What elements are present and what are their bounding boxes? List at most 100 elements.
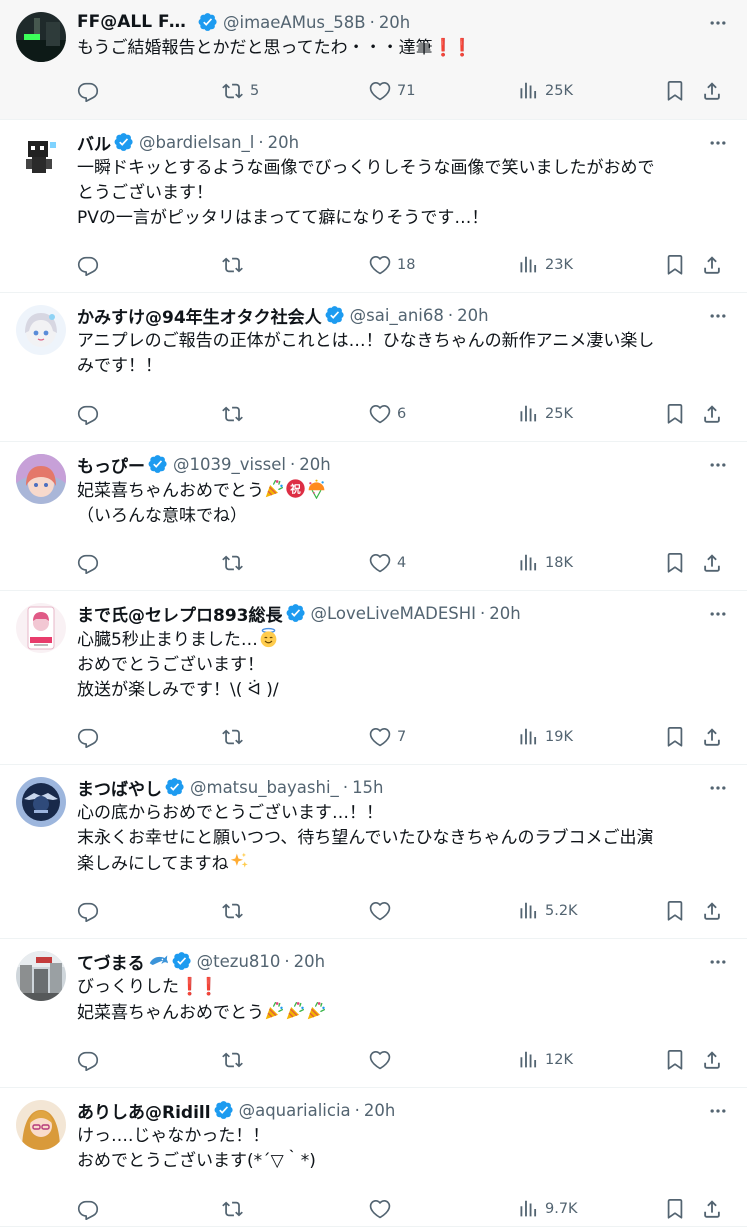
bookmark-button[interactable] <box>664 722 686 752</box>
tweet[interactable]: もっぴー @1039_vissel · 20h 妃菜喜ちゃんおめでとう 祝 （いろんな意味で… <box>0 442 747 591</box>
more-icon[interactable] <box>705 949 731 975</box>
bookmark-button[interactable] <box>664 896 686 926</box>
tweet[interactable]: ありしあ@Ridill @aquarialicia · 20h けっ….じゃなかった！！… <box>0 1088 747 1227</box>
reply-button[interactable] <box>77 548 105 578</box>
repost-button[interactable] <box>222 1045 250 1075</box>
author-handle[interactable]: @LoveLiveMADESHI <box>311 604 477 623</box>
more-icon[interactable] <box>705 452 731 478</box>
avatar[interactable] <box>16 454 66 504</box>
tweet-line-text: みです！！ <box>77 356 162 376</box>
repost-button[interactable]: 5 <box>222 76 259 106</box>
timestamp[interactable]: 20h <box>294 952 325 971</box>
tweet[interactable]: てづまる @tezu810 · 20h びっくりした❗❗ 妃菜喜ちゃんおめでとう 12K <box>0 939 747 1088</box>
timestamp[interactable]: 15h <box>352 778 383 797</box>
author-name[interactable]: かみすけ@94年生オタク社会人 <box>77 303 322 328</box>
repost-button[interactable] <box>222 399 250 429</box>
reply-button[interactable] <box>77 722 105 752</box>
repost-button[interactable] <box>222 250 250 280</box>
views-button[interactable]: 23K <box>517 250 573 280</box>
timestamp[interactable]: 20h <box>489 604 520 623</box>
views-button[interactable]: 25K <box>517 76 573 106</box>
views-button[interactable]: 18K <box>517 548 573 578</box>
timestamp[interactable]: 20h <box>364 1101 395 1120</box>
more-icon[interactable] <box>705 1098 731 1124</box>
like-button[interactable]: 71 <box>369 76 415 106</box>
bookmark-button[interactable] <box>664 76 686 106</box>
avatar[interactable] <box>16 777 66 827</box>
reply-button[interactable] <box>77 1045 105 1075</box>
more-icon[interactable] <box>705 601 731 627</box>
like-button[interactable] <box>369 896 397 926</box>
like-button[interactable]: 6 <box>369 399 406 429</box>
views-icon <box>517 1198 539 1220</box>
repost-icon <box>222 80 244 102</box>
tweet[interactable]: かみすけ@94年生オタク社会人 @sai_ani68 · 20h アニプレのご報告の正体… <box>0 293 747 442</box>
share-button[interactable] <box>701 250 723 280</box>
tweet[interactable]: まで氏@セレプロ893総長 @LoveLiveMADESHI · 20h 心臓5秒止まり… <box>0 591 747 765</box>
bookmark-button[interactable] <box>664 548 686 578</box>
bookmark-button[interactable] <box>664 399 686 429</box>
reply-button[interactable] <box>77 76 105 106</box>
views-button[interactable]: 5.2K <box>517 896 578 926</box>
author-handle[interactable]: @matsu_bayashi_ <box>190 778 339 797</box>
share-button[interactable] <box>701 399 723 429</box>
reply-button[interactable] <box>77 250 105 280</box>
timestamp[interactable]: 20h <box>268 133 299 152</box>
tweet[interactable]: FF@ALL For... @imaeAMus_58B · 20h もうご結婚報告とかだ… <box>0 0 747 120</box>
avatar[interactable] <box>16 1100 66 1150</box>
avatar[interactable] <box>16 12 66 62</box>
author-handle[interactable]: @sai_ani68 <box>350 306 444 325</box>
like-button[interactable]: 18 <box>369 250 415 280</box>
more-icon[interactable] <box>705 10 731 36</box>
like-button[interactable]: 7 <box>369 722 406 752</box>
author-name[interactable]: もっぴー <box>77 452 145 477</box>
timestamp[interactable]: 20h <box>299 455 330 474</box>
share-button[interactable] <box>701 722 723 752</box>
author-name[interactable]: まで氏@セレプロ893総長 <box>77 601 283 626</box>
like-button[interactable] <box>369 1194 397 1224</box>
share-button[interactable] <box>701 1045 723 1075</box>
views-button[interactable]: 19K <box>517 722 573 752</box>
share-button[interactable] <box>701 1194 723 1224</box>
tweet-line-text: びっくりした <box>77 977 179 997</box>
more-icon[interactable] <box>705 130 731 156</box>
reply-button[interactable] <box>77 399 105 429</box>
bookmark-button[interactable] <box>664 250 686 280</box>
avatar[interactable] <box>16 305 66 355</box>
repost-button[interactable] <box>222 548 250 578</box>
author-handle[interactable]: @1039_vissel <box>173 455 286 474</box>
views-button[interactable]: 25K <box>517 399 573 429</box>
tweet[interactable]: まつばやし @matsu_bayashi_ · 15h 心の底からおめでとうございます…… <box>0 765 747 939</box>
views-button[interactable]: 9.7K <box>517 1194 578 1224</box>
share-button[interactable] <box>701 76 723 106</box>
more-icon[interactable] <box>705 303 731 329</box>
share-button[interactable] <box>701 548 723 578</box>
tweet[interactable]: バル @bardielsan_l · 20h 一瞬ドキッとするような画像でびっくりしそう… <box>0 120 747 293</box>
author-name[interactable]: てづまる <box>77 949 145 974</box>
repost-button[interactable] <box>222 722 250 752</box>
author-handle[interactable]: @imaeAMus_58B <box>223 13 366 32</box>
author-handle[interactable]: @bardielsan_l <box>139 133 254 152</box>
like-button[interactable] <box>369 1045 397 1075</box>
share-button[interactable] <box>701 896 723 926</box>
avatar[interactable] <box>16 603 66 653</box>
reply-button[interactable] <box>77 1194 105 1224</box>
repost-button[interactable] <box>222 896 250 926</box>
bookmark-button[interactable] <box>664 1194 686 1224</box>
author-handle[interactable]: @tezu810 <box>197 952 281 971</box>
author-name[interactable]: まつばやし <box>77 775 162 800</box>
author-handle[interactable]: @aquarialicia <box>239 1101 351 1120</box>
like-button[interactable]: 4 <box>369 548 406 578</box>
avatar[interactable] <box>16 951 66 1001</box>
views-button[interactable]: 12K <box>517 1045 573 1075</box>
repost-button[interactable] <box>222 1194 250 1224</box>
author-name[interactable]: FF@ALL For... <box>77 12 195 32</box>
author-name[interactable]: バル <box>77 130 111 155</box>
timestamp[interactable]: 20h <box>379 13 410 32</box>
more-icon[interactable] <box>705 775 731 801</box>
author-name[interactable]: ありしあ@Ridill <box>77 1098 211 1123</box>
timestamp[interactable]: 20h <box>457 306 488 325</box>
bookmark-button[interactable] <box>664 1045 686 1075</box>
reply-button[interactable] <box>77 896 105 926</box>
avatar[interactable] <box>16 132 66 182</box>
